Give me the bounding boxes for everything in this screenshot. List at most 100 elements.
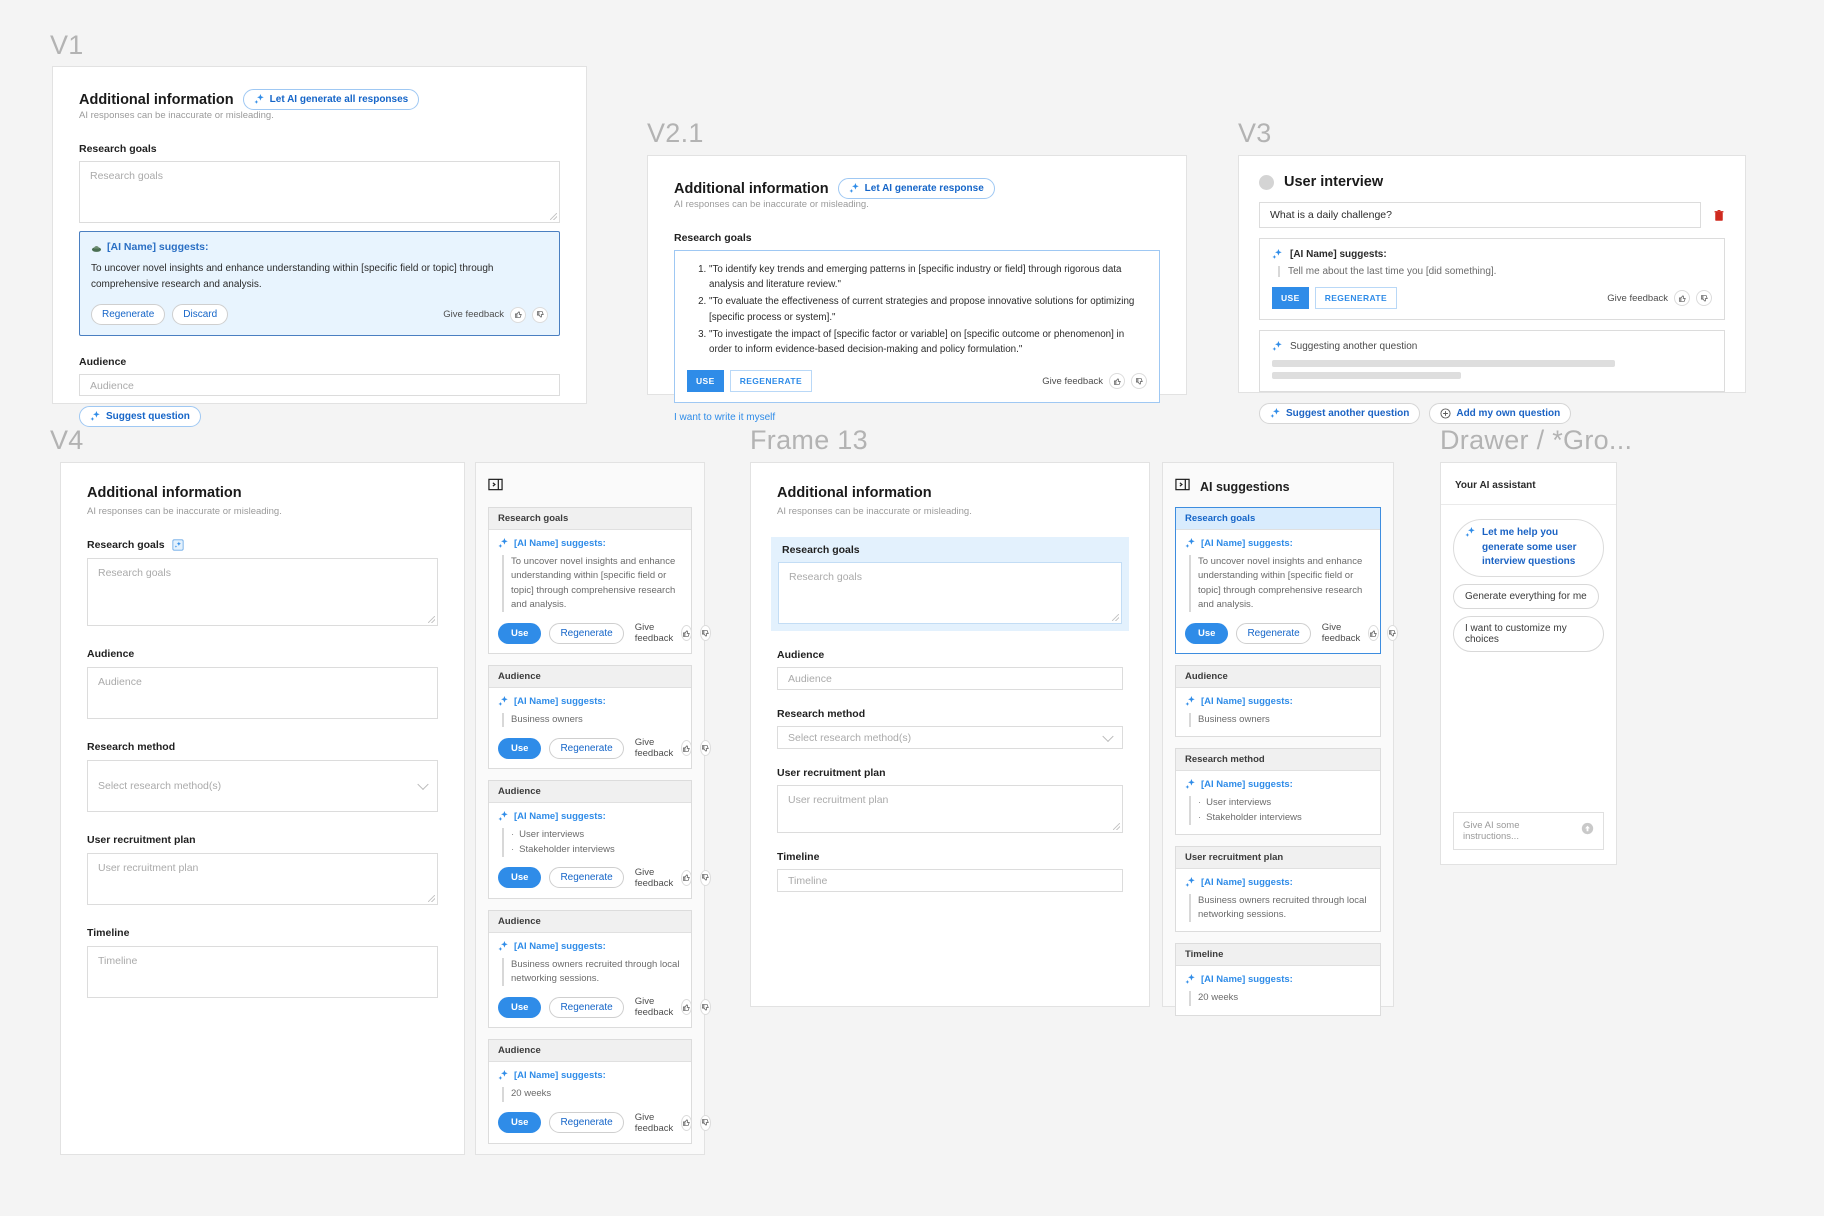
v3-regenerate-button[interactable]: REGENERATE — [1314, 287, 1398, 309]
f13-research-goals-input[interactable]: Research goals — [778, 562, 1122, 624]
resize-grip-icon[interactable] — [428, 895, 435, 902]
list-item: User interviews — [1198, 796, 1371, 810]
suggests-by-label: [AI Name] suggests: — [514, 538, 606, 549]
v1-audience-input[interactable]: Audience — [79, 374, 560, 396]
v1-disclaimer: AI responses can be inaccurate or mislea… — [79, 110, 274, 121]
suggestion-card-header: User recruitment plan — [1176, 846, 1380, 869]
drawer-instructions-input[interactable]: Give AI some instructions... — [1453, 812, 1604, 850]
f13-recruitment-input[interactable]: User recruitment plan — [777, 785, 1123, 833]
f13-section-title: Additional information — [777, 485, 932, 501]
use-button[interactable]: Use — [498, 622, 542, 644]
suggests-by-label: [AI Name] suggests: — [514, 696, 606, 707]
thumbs-up-icon[interactable] — [1368, 625, 1380, 641]
use-button[interactable]: Use — [498, 867, 542, 889]
v4-research-goals-input[interactable]: Research goals — [87, 558, 438, 626]
f13-research-method-label: Research method — [777, 708, 866, 720]
suggestion-card[interactable]: Timeline [AI Name] suggests: 20 weeks — [1175, 943, 1381, 1016]
add-my-own-question-button[interactable]: Add my own question — [1429, 403, 1572, 424]
drawer-primary-prompt-button[interactable]: Let me help you generate some user inter… — [1453, 519, 1604, 577]
regenerate-button[interactable]: Regenerate — [549, 996, 624, 1018]
collapse-panel-icon[interactable] — [1175, 477, 1190, 497]
add-my-own-question-label: Add my own question — [1456, 408, 1561, 419]
resize-grip-icon[interactable] — [428, 616, 435, 623]
v4-recruitment-input[interactable]: User recruitment plan — [87, 853, 438, 905]
v21-regenerate-button[interactable]: REGENERATE — [729, 370, 813, 393]
thumbs-down-icon[interactable] — [700, 999, 712, 1016]
suggestion-card[interactable]: Audience [AI Name] suggests: User intervie… — [488, 780, 712, 899]
send-arrow-icon[interactable] — [1581, 822, 1594, 840]
drawer-option-customize-choices[interactable]: I want to customize my choices — [1453, 615, 1604, 652]
thumbs-down-icon[interactable] — [700, 740, 712, 757]
suggestion-card[interactable]: Audience [AI Name] suggests: Business owne… — [1175, 665, 1381, 738]
skeleton-line — [1272, 372, 1462, 379]
thumbs-up-icon[interactable] — [1674, 290, 1690, 306]
resize-grip-icon[interactable] — [1112, 614, 1119, 621]
use-button[interactable]: Use — [498, 737, 542, 759]
thumbs-down-icon[interactable] — [1696, 290, 1712, 306]
resize-grip-icon[interactable] — [1113, 823, 1120, 830]
suggest-question-button[interactable]: Suggest question — [79, 406, 201, 427]
v1-research-goals-label: Research goals — [79, 143, 157, 155]
suggestion-card[interactable]: User recruitment plan [AI Name] suggests:… — [1175, 845, 1381, 933]
suggest-another-question-button[interactable]: Suggest another question — [1259, 403, 1421, 424]
drawer-option-generate-everything[interactable]: Generate everything for me — [1453, 583, 1599, 609]
suggestion-card[interactable]: Research method [AI Name] suggests: User i… — [1175, 748, 1381, 835]
thumbs-up-icon[interactable] — [681, 625, 693, 641]
thumbs-down-icon[interactable] — [1131, 373, 1147, 390]
collapse-panel-icon[interactable] — [488, 477, 704, 497]
f13-suggestion-card-list: Research goals [AI Name] suggests: To unco… — [1175, 507, 1399, 1016]
v4-audience-input[interactable]: Audience — [87, 667, 438, 719]
v1-discard-button[interactable]: Discard — [172, 304, 229, 325]
v4-research-method-select[interactable]: Select research method(s) — [87, 760, 438, 812]
suggestion-text: User interviewsStakeholder interviews — [1189, 796, 1371, 825]
thumbs-down-icon[interactable] — [700, 1114, 712, 1131]
v21-use-button[interactable]: USE — [687, 370, 724, 393]
let-ai-generate-response-button[interactable]: Let AI generate response — [837, 178, 995, 199]
suggestion-card[interactable]: Research goals [AI Name] suggests: To unco… — [488, 507, 712, 654]
regenerate-button[interactable]: Regenerate — [1236, 622, 1311, 644]
sparkle-icon — [498, 538, 509, 549]
thumbs-up-icon[interactable] — [681, 1114, 693, 1131]
f13-audience-input[interactable]: Audience — [777, 667, 1123, 690]
thumbs-down-icon[interactable] — [532, 306, 548, 323]
suggestion-card[interactable]: Audience [AI Name] suggests: 20 weeks Use Re… — [488, 1039, 712, 1144]
thumbs-up-icon[interactable] — [681, 869, 693, 886]
v3-suggestion-card: [AI Name] suggests: Tell me about the la… — [1259, 238, 1725, 320]
f13-research-method-select[interactable]: Select research method(s) — [777, 726, 1123, 749]
thumbs-down-icon[interactable] — [1387, 625, 1399, 641]
v3-question-input[interactable]: What is a daily challenge? — [1259, 202, 1701, 228]
v1-regenerate-button[interactable]: Regenerate — [91, 304, 166, 325]
thumbs-up-icon[interactable] — [681, 740, 693, 757]
thumbs-down-icon[interactable] — [700, 869, 712, 886]
regenerate-button[interactable]: Regenerate — [549, 737, 624, 759]
chevron-down-icon — [417, 778, 429, 791]
suggests-by-label: [AI Name] suggests: — [1201, 876, 1293, 888]
f13-timeline-input[interactable]: Timeline — [777, 869, 1123, 892]
trash-icon[interactable] — [1713, 209, 1725, 222]
suggestion-card[interactable]: Audience [AI Name] suggests: Business owne… — [488, 665, 712, 770]
suggests-by-label: [AI Name] suggests: — [514, 1070, 606, 1082]
use-button[interactable]: Use — [1185, 622, 1229, 644]
v4-research-goals-placeholder: Research goals — [98, 567, 171, 579]
v1-research-goals-input[interactable]: Research goals — [79, 161, 560, 223]
thumbs-up-icon[interactable] — [1109, 373, 1125, 390]
use-button[interactable]: Use — [498, 1112, 542, 1133]
drawer-instructions-placeholder: Give AI some instructions... — [1463, 820, 1520, 842]
ai-badge-icon[interactable] — [172, 539, 184, 551]
suggestion-card[interactable]: Research goals [AI Name] suggests: To unco… — [1175, 507, 1399, 654]
v4-timeline-input[interactable]: Timeline — [87, 946, 438, 998]
suggestion-card[interactable]: Audience [AI Name] suggests: Business owne… — [488, 909, 712, 1029]
regenerate-button[interactable]: Regenerate — [549, 867, 624, 889]
panel-drawer: Your AI assistant Let me help you genera… — [1440, 462, 1617, 865]
resize-grip-icon[interactable] — [550, 213, 557, 220]
regenerate-button[interactable]: Regenerate — [549, 1112, 624, 1133]
v3-use-button[interactable]: USE — [1272, 287, 1309, 309]
thumbs-up-icon[interactable] — [510, 306, 526, 323]
write-it-myself-link[interactable]: I want to write it myself — [674, 412, 1160, 423]
regenerate-button[interactable]: Regenerate — [549, 622, 624, 644]
thumbs-down-icon[interactable] — [700, 625, 712, 641]
v4-research-method-placeholder: Select research method(s) — [98, 780, 222, 792]
let-ai-generate-all-button[interactable]: Let AI generate all responses — [242, 89, 420, 110]
thumbs-up-icon[interactable] — [681, 999, 693, 1016]
use-button[interactable]: Use — [498, 996, 542, 1018]
